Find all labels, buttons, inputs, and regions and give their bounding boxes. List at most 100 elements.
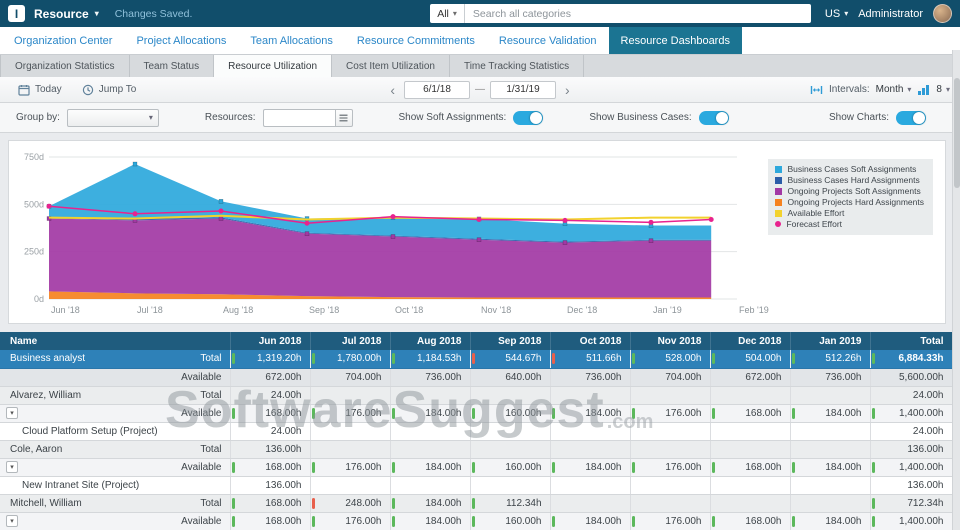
expand-toggle[interactable]: ▾	[6, 461, 18, 473]
value-cell	[470, 386, 550, 404]
value-cell	[630, 440, 710, 458]
scrollbar-thumb[interactable]	[954, 78, 960, 188]
svg-text:250d: 250d	[24, 247, 44, 257]
svg-text:Sep '18: Sep '18	[309, 305, 339, 315]
value-cell: 736.00h	[550, 368, 630, 386]
table-row[interactable]: New Intranet Site (Project)136.00h136.00…	[0, 476, 952, 494]
value-cell	[310, 476, 390, 494]
value-cell: 528.00h	[630, 350, 710, 368]
soft-assignments-toggle[interactable]	[513, 111, 543, 125]
group-by-dropdown[interactable]: ▾	[67, 109, 159, 127]
nav-item-resource-dashboards[interactable]: Resource Dashboards	[609, 27, 742, 54]
tab-time-tracking-statistics[interactable]: Time Tracking Statistics	[450, 55, 584, 77]
column-header[interactable]: Aug 2018	[390, 332, 470, 350]
show-charts-label: Show Charts:	[829, 112, 889, 123]
business-cases-toggle[interactable]	[699, 111, 729, 125]
value-cell: 136.00h	[870, 476, 952, 494]
value-cell: 136.00h	[230, 476, 310, 494]
logo-letter: I	[15, 7, 18, 21]
column-header[interactable]: Jun 2018	[230, 332, 310, 350]
business-cases-label: Show Business Cases:	[589, 112, 691, 123]
resources-input[interactable]	[263, 109, 335, 127]
show-charts-toggle[interactable]	[896, 111, 926, 125]
module-switcher[interactable]: Resource ▾	[34, 7, 99, 21]
avatar[interactable]	[933, 4, 952, 23]
filter-bar: Group by: ▾ Resources: Show Soft Assignm…	[0, 103, 960, 133]
module-label: Resource	[34, 7, 89, 21]
column-header[interactable]: Oct 2018	[550, 332, 630, 350]
legend-item: Business Cases Hard Assignments	[775, 175, 924, 186]
nav-item-organization-center[interactable]: Organization Center	[2, 27, 124, 54]
status-indicator	[232, 498, 235, 509]
nav-item-resource-validation[interactable]: Resource Validation	[487, 27, 609, 54]
value-cell: 1,400.00h	[870, 404, 952, 422]
value-cell	[550, 422, 630, 440]
tab-organization-statistics[interactable]: Organization Statistics	[0, 55, 130, 77]
name-cell: Cole, AaronTotal	[0, 440, 230, 458]
value-cell: 176.00h	[630, 458, 710, 476]
next-period-button[interactable]: ›	[561, 83, 574, 97]
row-name-right: Total	[200, 444, 221, 455]
table-row[interactable]: Business analystTotal1,319.20h1,780.00h1…	[0, 350, 952, 368]
status-indicator	[312, 462, 315, 473]
value-cell	[550, 386, 630, 404]
status-indicator	[792, 516, 795, 527]
table-row[interactable]: Cole, AaronTotal136.00h136.00h	[0, 440, 952, 458]
resources-menu-button[interactable]	[335, 109, 353, 127]
status-indicator	[392, 516, 395, 527]
column-header[interactable]: Nov 2018	[630, 332, 710, 350]
status-indicator	[792, 353, 795, 364]
value-cell	[310, 422, 390, 440]
scrollbar[interactable]	[952, 50, 960, 530]
locale-dropdown[interactable]: US ▾	[825, 8, 848, 20]
value-cell: 736.00h	[790, 368, 870, 386]
column-header[interactable]: Jan 2019	[790, 332, 870, 350]
table-row[interactable]: ▾Available168.00h176.00h184.00h160.00h18…	[0, 458, 952, 476]
status-indicator	[392, 498, 395, 509]
user-name[interactable]: Administrator	[858, 8, 923, 20]
row-name: Cole, Aaron	[10, 444, 200, 455]
interval-dropdown[interactable]: Month ▾	[876, 84, 912, 95]
value-cell	[710, 386, 790, 404]
toggle-knob	[913, 112, 925, 124]
column-header[interactable]: Jul 2018	[310, 332, 390, 350]
chart-count-dropdown[interactable]: 8 ▾	[936, 84, 950, 95]
name-cell: ▾Available	[0, 404, 230, 422]
svg-text:Jan '19: Jan '19	[653, 305, 682, 315]
today-button[interactable]: Today	[10, 84, 70, 96]
expand-toggle[interactable]: ▾	[6, 515, 18, 527]
end-date-input[interactable]	[490, 81, 556, 99]
column-header[interactable]: Name	[0, 332, 230, 350]
search-input[interactable]	[465, 4, 811, 23]
row-name: Cloud Platform Setup (Project)	[10, 426, 222, 437]
column-header[interactable]: Sep 2018	[470, 332, 550, 350]
resources-filter: Resources:	[205, 109, 353, 127]
table-row[interactable]: Available672.00h704.00h736.00h640.00h736…	[0, 368, 952, 386]
start-date-input[interactable]	[404, 81, 470, 99]
table-row[interactable]: ▾Available168.00h176.00h184.00h160.00h18…	[0, 404, 952, 422]
nav-item-team-allocations[interactable]: Team Allocations	[238, 27, 345, 54]
value-cell: 672.00h	[710, 368, 790, 386]
column-header[interactable]: Total	[870, 332, 952, 350]
prev-period-button[interactable]: ‹	[386, 83, 399, 97]
column-header[interactable]: Dec 2018	[710, 332, 790, 350]
nav-item-project-allocations[interactable]: Project Allocations	[124, 27, 238, 54]
table-row[interactable]: ▾Available168.00h176.00h184.00h160.00h18…	[0, 512, 952, 530]
table-row[interactable]: Cloud Platform Setup (Project)24.00h24.0…	[0, 422, 952, 440]
tab-resource-utilization[interactable]: Resource Utilization	[214, 55, 332, 77]
expand-toggle[interactable]: ▾	[6, 407, 18, 419]
jump-to-label: Jump To	[99, 84, 137, 95]
search-scope-dropdown[interactable]: All ▾	[430, 4, 465, 23]
jump-to-button[interactable]: Jump To	[74, 84, 145, 96]
tab-team-status[interactable]: Team Status	[130, 55, 215, 77]
nav-item-resource-commitments[interactable]: Resource Commitments	[345, 27, 487, 54]
app-logo-icon[interactable]: I	[8, 5, 25, 22]
table-row[interactable]: Alvarez, WilliamTotal24.00h24.00h	[0, 386, 952, 404]
legend-item: Ongoing Projects Hard Assignments	[775, 197, 924, 208]
svg-text:Oct '18: Oct '18	[395, 305, 423, 315]
value-cell	[790, 422, 870, 440]
value-cell: 1,400.00h	[870, 512, 952, 530]
tab-cost-item-utilization[interactable]: Cost Item Utilization	[332, 55, 450, 77]
legend-item: Ongoing Projects Soft Assignments	[775, 186, 924, 197]
table-row[interactable]: Mitchell, WilliamTotal168.00h248.00h184.…	[0, 494, 952, 512]
